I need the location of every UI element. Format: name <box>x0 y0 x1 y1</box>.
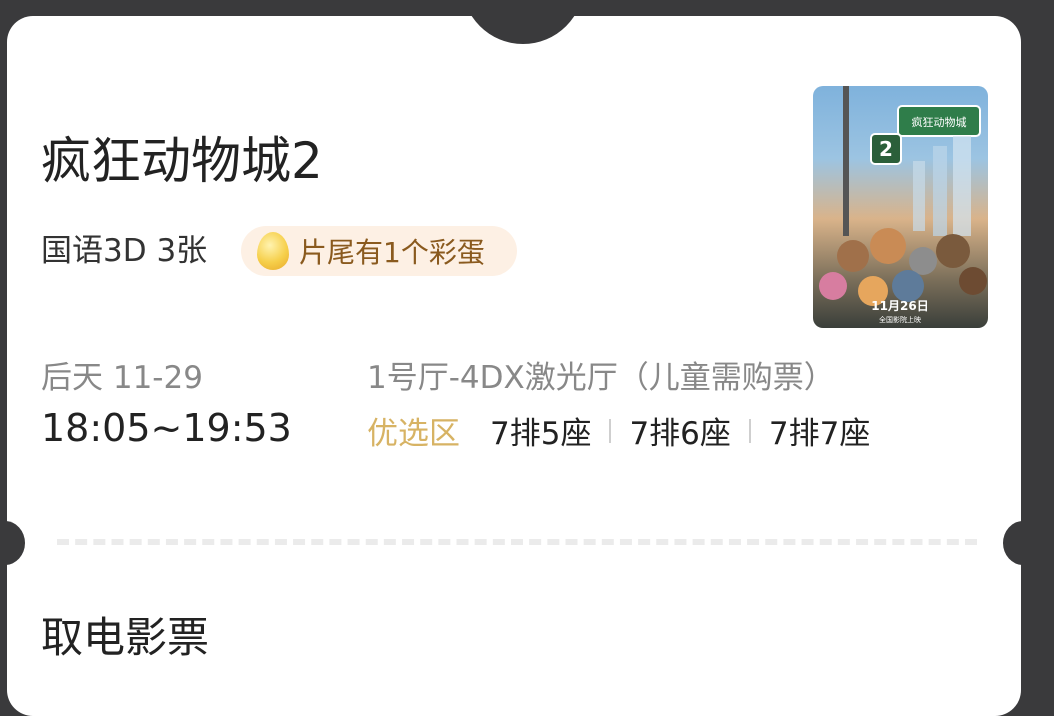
seat-item: 7排5座 <box>490 416 592 452</box>
poster-date: 11月26日 <box>871 299 928 313</box>
section-title-pickup: 取电影票 <box>41 613 210 662</box>
movie-title: 疯狂动物城2 <box>41 132 323 190</box>
show-time: 18:05~19:53 <box>41 406 292 450</box>
poster-title: 疯狂动物城 <box>912 115 967 129</box>
ticket-notch-right <box>1003 521 1021 565</box>
seat-info: 优选区 7排5座 7排6座 7排7座 <box>367 408 870 453</box>
ticket-notch-top <box>462 16 584 44</box>
easter-egg-badge[interactable]: 片尾有1个彩蛋 <box>241 226 517 276</box>
egg-icon <box>257 232 289 270</box>
poster-subtext: 全国影院上映 <box>879 315 921 324</box>
easter-egg-label: 片尾有1个彩蛋 <box>299 236 485 269</box>
perforation-divider <box>57 539 977 545</box>
seat-divider <box>609 418 612 443</box>
hall-name: 1号厅-4DX激光厅（儿童需购票） <box>367 360 835 396</box>
show-date: 后天 11-29 <box>41 360 203 396</box>
ticket-spec: 国语3D 3张 <box>41 233 208 269</box>
seat-item: 7排7座 <box>768 416 871 452</box>
seat-divider <box>748 418 751 443</box>
seat-item: 7排6座 <box>629 416 731 452</box>
ticket-card: 疯狂动物城2 国语3D 3张 片尾有1个彩蛋 疯狂动物城 2 11月26日 全国… <box>7 16 1021 716</box>
movie-poster[interactable]: 疯狂动物城 2 11月26日 全国影院上映 <box>813 86 988 328</box>
ticket-notch-left <box>7 521 25 565</box>
seat-zone: 优选区 <box>367 416 460 452</box>
poster-number: 2 <box>879 137 893 161</box>
